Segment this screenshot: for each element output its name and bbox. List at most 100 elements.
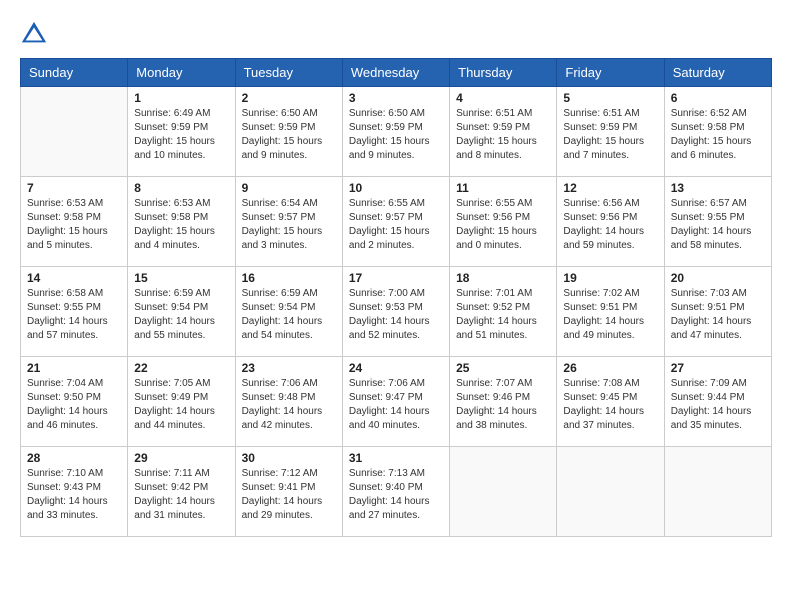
day-info: Sunrise: 7:02 AM Sunset: 9:51 PM Dayligh… [563,287,657,343]
calendar-cell: 11 Sunrise: 6:55 AM Sunset: 9:56 PM Dayli… [450,177,557,267]
calendar-cell: 5 Sunrise: 6:51 AM Sunset: 9:59 PM Daylig… [557,87,664,177]
calendar-cell: 19 Sunrise: 7:02 AM Sunset: 9:51 PM Dayli… [557,267,664,357]
calendar-week-row: 1 Sunrise: 6:49 AM Sunset: 9:59 PM Daylig… [21,87,772,177]
calendar-week-row: 14 Sunrise: 6:58 AM Sunset: 9:55 PM Dayli… [21,267,772,357]
day-info: Sunrise: 7:06 AM Sunset: 9:48 PM Dayligh… [242,377,336,433]
day-number: 20 [671,271,765,285]
calendar-cell: 4 Sunrise: 6:51 AM Sunset: 9:59 PM Daylig… [450,87,557,177]
calendar-cell: 30 Sunrise: 7:12 AM Sunset: 9:41 PM Dayli… [235,447,342,537]
day-number: 28 [27,451,121,465]
calendar-cell: 22 Sunrise: 7:05 AM Sunset: 9:49 PM Dayli… [128,357,235,447]
calendar-cell: 23 Sunrise: 7:06 AM Sunset: 9:48 PM Dayli… [235,357,342,447]
calendar-cell: 14 Sunrise: 6:58 AM Sunset: 9:55 PM Dayli… [21,267,128,357]
day-number: 15 [134,271,228,285]
day-info: Sunrise: 7:04 AM Sunset: 9:50 PM Dayligh… [27,377,121,433]
day-number: 25 [456,361,550,375]
calendar-header-row: SundayMondayTuesdayWednesdayThursdayFrid… [21,59,772,87]
day-header-thursday: Thursday [450,59,557,87]
day-number: 12 [563,181,657,195]
day-info: Sunrise: 7:10 AM Sunset: 9:43 PM Dayligh… [27,467,121,523]
day-info: Sunrise: 6:51 AM Sunset: 9:59 PM Dayligh… [456,107,550,163]
calendar-cell: 21 Sunrise: 7:04 AM Sunset: 9:50 PM Dayli… [21,357,128,447]
day-info: Sunrise: 6:50 AM Sunset: 9:59 PM Dayligh… [349,107,443,163]
calendar-cell: 17Sunrise: 7:00 AM Sunset: 9:53 PM Dayli… [342,267,449,357]
day-info: Sunrise: 6:55 AM Sunset: 9:57 PM Dayligh… [349,197,443,253]
day-number: 13 [671,181,765,195]
day-number: 30 [242,451,336,465]
calendar-cell: 7 Sunrise: 6:53 AM Sunset: 9:58 PM Daylig… [21,177,128,267]
logo-icon [20,20,48,48]
day-info: Sunrise: 7:00 AM Sunset: 9:53 PM Dayligh… [349,287,443,343]
day-number: 21 [27,361,121,375]
day-info: Sunrise: 7:12 AM Sunset: 9:41 PM Dayligh… [242,467,336,523]
day-info: Sunrise: 7:08 AM Sunset: 9:45 PM Dayligh… [563,377,657,433]
day-number: 26 [563,361,657,375]
calendar-cell: 27Sunrise: 7:09 AM Sunset: 9:44 PM Dayli… [664,357,771,447]
day-info: Sunrise: 7:06 AM Sunset: 9:47 PM Dayligh… [349,377,443,433]
calendar-cell: 31Sunrise: 7:13 AM Sunset: 9:40 PM Dayli… [342,447,449,537]
day-number: 5 [563,91,657,105]
day-header-wednesday: Wednesday [342,59,449,87]
calendar-cell [21,87,128,177]
day-number: 18 [456,271,550,285]
day-number: 29 [134,451,228,465]
day-number: 19 [563,271,657,285]
day-number: 7 [27,181,121,195]
day-header-monday: Monday [128,59,235,87]
calendar-cell [664,447,771,537]
calendar-table: SundayMondayTuesdayWednesdayThursdayFrid… [20,58,772,537]
day-number: 24 [349,361,443,375]
calendar-cell: 9 Sunrise: 6:54 AM Sunset: 9:57 PM Daylig… [235,177,342,267]
calendar-cell: 10Sunrise: 6:55 AM Sunset: 9:57 PM Dayli… [342,177,449,267]
day-info: Sunrise: 6:53 AM Sunset: 9:58 PM Dayligh… [134,197,228,253]
calendar-cell: 1 Sunrise: 6:49 AM Sunset: 9:59 PM Daylig… [128,87,235,177]
day-info: Sunrise: 6:58 AM Sunset: 9:55 PM Dayligh… [27,287,121,343]
day-number: 2 [242,91,336,105]
calendar-cell: 8 Sunrise: 6:53 AM Sunset: 9:58 PM Daylig… [128,177,235,267]
day-info: Sunrise: 6:55 AM Sunset: 9:56 PM Dayligh… [456,197,550,253]
calendar-cell: 25 Sunrise: 7:07 AM Sunset: 9:46 PM Dayli… [450,357,557,447]
day-info: Sunrise: 6:56 AM Sunset: 9:56 PM Dayligh… [563,197,657,253]
day-info: Sunrise: 6:59 AM Sunset: 9:54 PM Dayligh… [134,287,228,343]
calendar-cell: 26 Sunrise: 7:08 AM Sunset: 9:45 PM Dayli… [557,357,664,447]
day-number: 4 [456,91,550,105]
day-number: 1 [134,91,228,105]
day-info: Sunrise: 6:49 AM Sunset: 9:59 PM Dayligh… [134,107,228,163]
day-info: Sunrise: 6:52 AM Sunset: 9:58 PM Dayligh… [671,107,765,163]
day-info: Sunrise: 6:53 AM Sunset: 9:58 PM Dayligh… [27,197,121,253]
calendar-cell: 6 Sunrise: 6:52 AM Sunset: 9:58 PM Daylig… [664,87,771,177]
day-info: Sunrise: 7:07 AM Sunset: 9:46 PM Dayligh… [456,377,550,433]
calendar-cell [450,447,557,537]
day-number: 11 [456,181,550,195]
day-info: Sunrise: 7:05 AM Sunset: 9:49 PM Dayligh… [134,377,228,433]
day-number: 23 [242,361,336,375]
calendar-cell: 24 Sunrise: 7:06 AM Sunset: 9:47 PM Dayli… [342,357,449,447]
calendar-cell: 20 Sunrise: 7:03 AM Sunset: 9:51 PM Dayli… [664,267,771,357]
logo [20,20,52,48]
calendar-week-row: 21 Sunrise: 7:04 AM Sunset: 9:50 PM Dayli… [21,357,772,447]
day-number: 22 [134,361,228,375]
calendar-cell: 3 Sunrise: 6:50 AM Sunset: 9:59 PM Daylig… [342,87,449,177]
day-header-friday: Friday [557,59,664,87]
day-number: 3 [349,91,443,105]
day-info: Sunrise: 7:11 AM Sunset: 9:42 PM Dayligh… [134,467,228,523]
calendar-cell [557,447,664,537]
calendar-week-row: 28 Sunrise: 7:10 AM Sunset: 9:43 PM Dayli… [21,447,772,537]
day-header-sunday: Sunday [21,59,128,87]
day-info: Sunrise: 6:51 AM Sunset: 9:59 PM Dayligh… [563,107,657,163]
calendar-cell: 2Sunrise: 6:50 AM Sunset: 9:59 PM Daylig… [235,87,342,177]
day-number: 14 [27,271,121,285]
day-number: 8 [134,181,228,195]
day-number: 9 [242,181,336,195]
day-info: Sunrise: 6:57 AM Sunset: 9:55 PM Dayligh… [671,197,765,253]
day-number: 6 [671,91,765,105]
calendar-week-row: 7 Sunrise: 6:53 AM Sunset: 9:58 PM Daylig… [21,177,772,267]
calendar-cell: 29 Sunrise: 7:11 AM Sunset: 9:42 PM Dayli… [128,447,235,537]
calendar-cell: 12 Sunrise: 6:56 AM Sunset: 9:56 PM Dayli… [557,177,664,267]
day-info: Sunrise: 7:01 AM Sunset: 9:52 PM Dayligh… [456,287,550,343]
page-header [20,20,772,48]
day-info: Sunrise: 7:03 AM Sunset: 9:51 PM Dayligh… [671,287,765,343]
day-header-saturday: Saturday [664,59,771,87]
day-info: Sunrise: 6:54 AM Sunset: 9:57 PM Dayligh… [242,197,336,253]
day-number: 31 [349,451,443,465]
